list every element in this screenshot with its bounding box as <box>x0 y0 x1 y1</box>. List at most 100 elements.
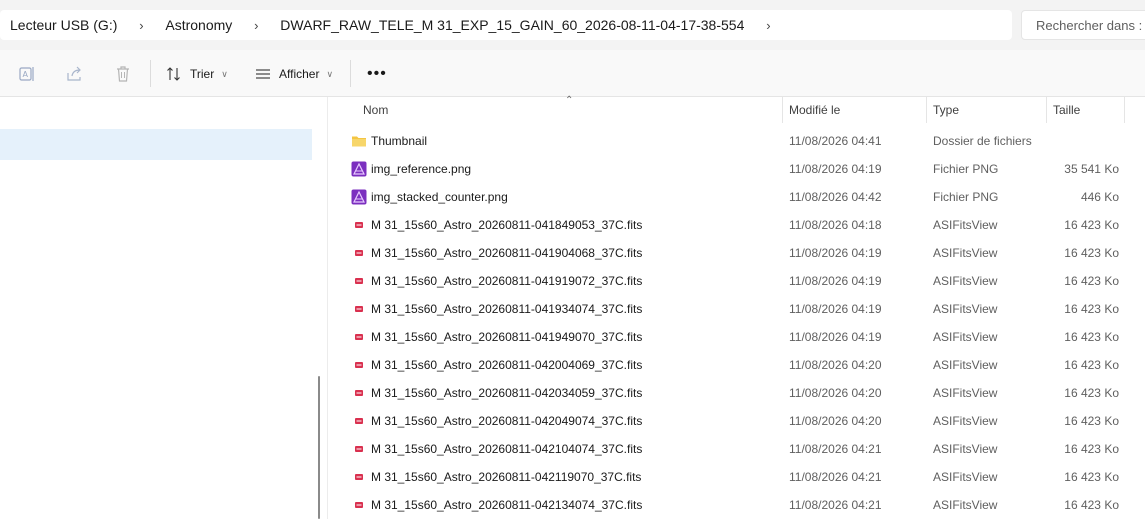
file-row[interactable]: img_stacked_counter.png 11/08/2026 04:42 F… <box>328 183 1145 211</box>
file-modified: 11/08/2026 04:41 <box>789 134 882 148</box>
file-type: ASIFitsView <box>933 330 998 344</box>
file-row[interactable]: M 31_15s60_Astro_20260811-041949070_37C.… <box>328 323 1145 351</box>
column-separator[interactable] <box>1124 97 1125 123</box>
breadcrumb[interactable]: Lecteur USB (G:) › Astronomy › DWARF_RAW… <box>0 10 1012 40</box>
file-name[interactable]: M 31_15s60_Astro_20260811-042004069_37C.… <box>371 358 642 372</box>
rename-icon[interactable]: A <box>17 64 37 84</box>
file-row[interactable]: M 31_15s60_Astro_20260811-042119070_37C.… <box>328 463 1145 491</box>
file-name[interactable]: M 31_15s60_Astro_20260811-042134074_37C.… <box>371 498 642 512</box>
chevron-right-icon[interactable]: › <box>744 18 782 33</box>
png-file-icon <box>351 189 367 205</box>
file-type: ASIFitsView <box>933 414 998 428</box>
view-list-icon <box>256 69 270 79</box>
breadcrumb-astronomy[interactable]: Astronomy <box>155 17 232 33</box>
file-name[interactable]: M 31_15s60_Astro_20260811-042119070_37C.… <box>371 470 641 484</box>
file-size: 16 423 Ko <box>1064 218 1119 232</box>
file-type: ASIFitsView <box>933 358 998 372</box>
breadcrumb-drive[interactable]: Lecteur USB (G:) <box>0 17 117 33</box>
file-row[interactable]: M 31_15s60_Astro_20260811-041904068_37C.… <box>328 239 1145 267</box>
file-name[interactable]: M 31_15s60_Astro_20260811-041904068_37C.… <box>371 246 642 260</box>
navigation-pane[interactable] <box>0 97 316 519</box>
file-type: Fichier PNG <box>933 162 999 176</box>
file-modified: 11/08/2026 04:19 <box>789 246 882 260</box>
file-name[interactable]: M 31_15s60_Astro_20260811-042049074_37C.… <box>371 414 642 428</box>
column-header: ⌃ Nom Modifié le Type Taille <box>328 95 1145 123</box>
file-type: ASIFitsView <box>933 442 998 456</box>
file-size: 16 423 Ko <box>1064 274 1119 288</box>
nav-scrollbar[interactable] <box>318 376 320 519</box>
file-modified: 11/08/2026 04:18 <box>789 218 882 232</box>
file-row[interactable]: M 31_15s60_Astro_20260811-041849053_37C.… <box>328 211 1145 239</box>
file-modified: 11/08/2026 04:19 <box>789 302 882 316</box>
sort-button[interactable]: Trier ∨ <box>166 63 228 85</box>
share-icon[interactable] <box>65 64 85 84</box>
file-name[interactable]: M 31_15s60_Astro_20260811-041949070_37C.… <box>371 330 642 344</box>
column-name[interactable]: Nom <box>363 103 388 117</box>
file-type: Fichier PNG <box>933 190 999 204</box>
file-size: 16 423 Ko <box>1064 470 1119 484</box>
file-row[interactable]: Thumbnail 11/08/2026 04:41 Dossier de fich… <box>328 127 1145 155</box>
search-input[interactable]: Rechercher dans : DWARF_RAW <box>1021 10 1145 40</box>
folder-icon <box>351 133 367 149</box>
file-size: 16 423 Ko <box>1064 302 1119 316</box>
file-modified: 11/08/2026 04:20 <box>789 386 882 400</box>
fits-file-icon <box>351 469 367 485</box>
chevron-down-icon: ∨ <box>221 68 228 79</box>
file-row[interactable]: M 31_15s60_Astro_20260811-042049074_37C.… <box>328 407 1145 435</box>
file-type: ASIFitsView <box>933 274 998 288</box>
file-size: 16 423 Ko <box>1064 246 1119 260</box>
file-modified: 11/08/2026 04:19 <box>789 162 882 176</box>
file-type: ASIFitsView <box>933 470 998 484</box>
file-name[interactable]: M 31_15s60_Astro_20260811-042104074_37C.… <box>371 442 642 456</box>
fits-file-icon <box>351 217 367 233</box>
nav-selected-item[interactable] <box>0 129 312 160</box>
file-row[interactable]: M 31_15s60_Astro_20260811-041919072_37C.… <box>328 267 1145 295</box>
file-name[interactable]: M 31_15s60_Astro_20260811-041849053_37C.… <box>371 218 642 232</box>
file-row[interactable]: M 31_15s60_Astro_20260811-042034059_37C.… <box>328 379 1145 407</box>
file-name[interactable]: M 31_15s60_Astro_20260811-041919072_37C.… <box>371 274 642 288</box>
file-name[interactable]: Thumbnail <box>371 134 427 148</box>
delete-icon[interactable] <box>113 64 133 84</box>
toolbar-divider <box>350 60 351 87</box>
file-modified: 11/08/2026 04:19 <box>789 274 882 288</box>
chevron-right-icon[interactable]: › <box>117 18 155 33</box>
fits-file-icon <box>351 245 367 261</box>
column-modified[interactable]: Modifié le <box>789 103 840 117</box>
file-name[interactable]: img_reference.png <box>371 162 471 176</box>
column-size[interactable]: Taille <box>1053 103 1080 117</box>
sort-label: Trier <box>190 67 215 81</box>
fits-file-icon <box>351 385 367 401</box>
file-row[interactable]: M 31_15s60_Astro_20260811-042004069_37C.… <box>328 351 1145 379</box>
file-row[interactable]: M 31_15s60_Astro_20260811-042104074_37C.… <box>328 435 1145 463</box>
column-separator[interactable] <box>926 97 927 123</box>
sort-ascending-icon: ⌃ <box>565 95 574 106</box>
file-size: 16 423 Ko <box>1064 442 1119 456</box>
file-size: 16 423 Ko <box>1064 330 1119 344</box>
file-size: 16 423 Ko <box>1064 358 1119 372</box>
more-options-icon[interactable]: ••• <box>367 63 387 85</box>
png-file-icon <box>351 161 367 177</box>
svg-text:A: A <box>23 70 29 79</box>
file-modified: 11/08/2026 04:42 <box>789 190 882 204</box>
file-name[interactable]: img_stacked_counter.png <box>371 190 508 204</box>
file-row[interactable]: M 31_15s60_Astro_20260811-041934074_37C.… <box>328 295 1145 323</box>
fits-file-icon <box>351 441 367 457</box>
file-row[interactable]: img_reference.png 11/08/2026 04:19 Fichier… <box>328 155 1145 183</box>
file-modified: 11/08/2026 04:21 <box>789 498 882 512</box>
fits-file-icon <box>351 497 367 513</box>
file-size: 16 423 Ko <box>1064 386 1119 400</box>
chevron-right-icon[interactable]: › <box>232 18 270 33</box>
column-type[interactable]: Type <box>933 103 959 117</box>
chevron-down-icon: ∨ <box>326 68 334 79</box>
file-name[interactable]: M 31_15s60_Astro_20260811-041934074_37C.… <box>371 302 642 316</box>
file-size: 35 541 Ko <box>1064 162 1119 176</box>
file-row[interactable]: M 31_15s60_Astro_20260811-042134074_37C.… <box>328 491 1145 519</box>
fits-file-icon <box>351 273 367 289</box>
command-toolbar: A Trier ∨ Afficher ∨ ••• <box>0 50 1145 97</box>
file-type: ASIFitsView <box>933 386 998 400</box>
view-button[interactable]: Afficher ∨ <box>255 63 333 85</box>
column-separator[interactable] <box>1046 97 1047 123</box>
column-separator[interactable] <box>782 97 783 123</box>
file-name[interactable]: M 31_15s60_Astro_20260811-042034059_37C.… <box>371 386 642 400</box>
breadcrumb-current-folder[interactable]: DWARF_RAW_TELE_M 31_EXP_15_GAIN_60_2026-… <box>270 17 744 33</box>
